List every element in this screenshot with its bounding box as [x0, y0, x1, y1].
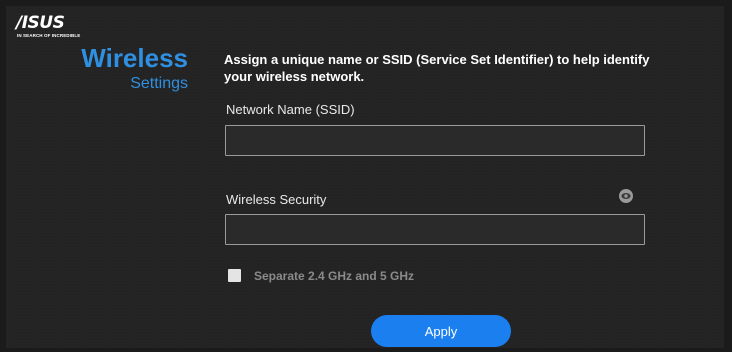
apply-button[interactable]: Apply [371, 315, 511, 347]
ssid-input[interactable] [225, 125, 645, 156]
separate-bands-label: Separate 2.4 GHz and 5 GHz [254, 269, 415, 283]
security-key-input[interactable] [225, 214, 645, 245]
content-panel: /ISUS IN SEARCH OF INCREDIBLE Wireless S… [6, 6, 724, 348]
instruction-text: Assign a unique name or SSID (Service Se… [224, 52, 650, 84]
page-title-sub: Settings [130, 75, 188, 92]
asus-logo: /ISUS IN SEARCH OF INCREDIBLE [16, 13, 80, 45]
page-title-main: Wireless [81, 43, 188, 73]
setup-page: /ISUS IN SEARCH OF INCREDIBLE Wireless S… [0, 0, 732, 352]
logo-tagline: IN SEARCH OF INCREDIBLE [17, 33, 81, 38]
separate-bands-checkbox[interactable] [228, 269, 241, 282]
eye-icon[interactable] [619, 189, 633, 203]
page-title: Wireless Settings [81, 44, 188, 94]
security-label: Wireless Security [226, 192, 327, 207]
logo-wordmark: /ISUS [16, 13, 65, 33]
ssid-label: Network Name (SSID) [226, 102, 355, 117]
